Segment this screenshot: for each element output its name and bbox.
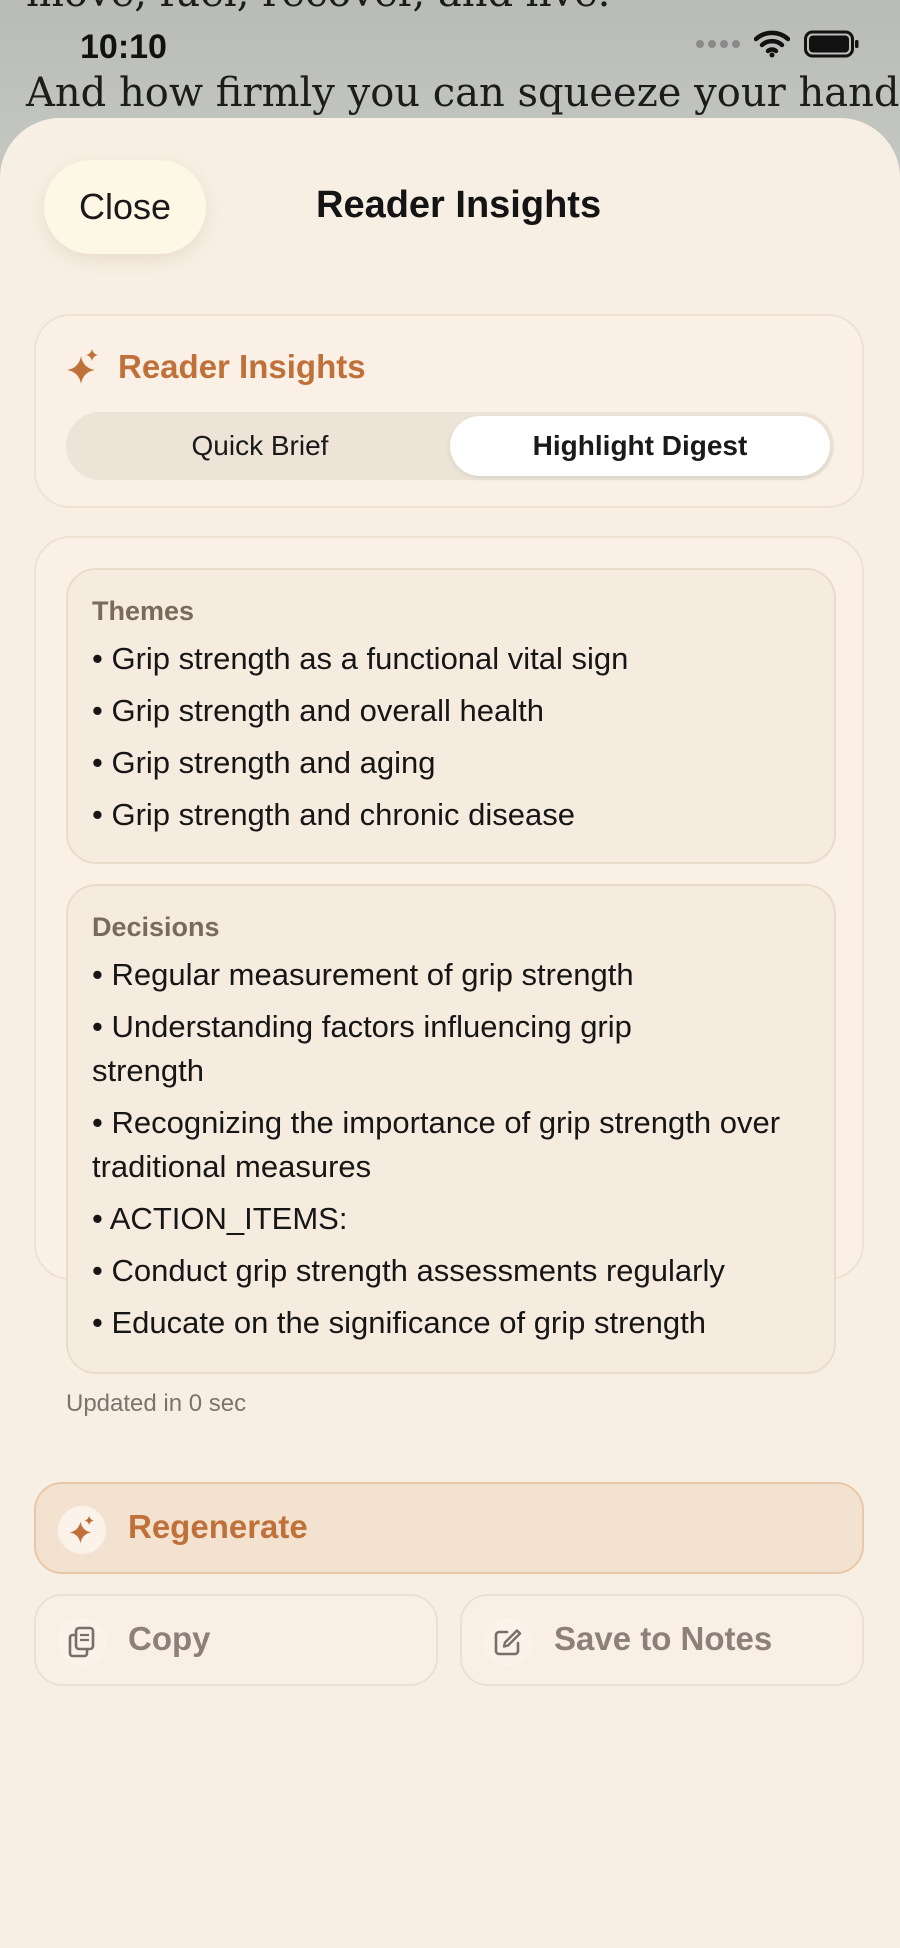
list-item: • Recognizing the importance of grip str… xyxy=(92,1105,781,1184)
sparkles-icon xyxy=(67,349,98,384)
close-button[interactable]: Close xyxy=(44,160,206,254)
digest-card: Themes • Grip strength as a functional v… xyxy=(34,536,864,1417)
battery-icon xyxy=(804,30,859,58)
signal-dots-icon xyxy=(696,40,740,48)
save-to-notes-button[interactable]: Save to Notes xyxy=(460,1594,864,1686)
list-item: • Understanding factors influencing grip… xyxy=(92,1009,632,1088)
reader-text-line: And how firmly you can squeeze your hand xyxy=(26,70,900,116)
list-item: • ACTION_ITEMS: xyxy=(92,1201,348,1236)
segment-highlight-digest[interactable]: Highlight Digest xyxy=(450,416,830,476)
reader-insights-sheet: Close Reader Insights Reader Insights Qu… xyxy=(0,118,900,1948)
list-item: • Educate on the significance of grip st… xyxy=(92,1305,707,1340)
list-item: • Grip strength as a functional vital si… xyxy=(92,641,629,676)
save-to-notes-label: Save to Notes xyxy=(554,1620,773,1657)
status-icons xyxy=(696,30,860,58)
status-time: 10:10 xyxy=(80,28,167,66)
list-item: • Conduct grip strength assessments regu… xyxy=(92,1253,725,1288)
compose-note-icon xyxy=(484,1618,532,1666)
sheet-title: Reader Insights xyxy=(316,184,602,226)
updated-timestamp: Updated in 0 sec xyxy=(66,1390,247,1417)
reader-text-line: move, fuel, recover, and live. xyxy=(26,0,610,16)
copy-button[interactable]: Copy xyxy=(34,1594,438,1686)
list-item: • Grip strength and overall health xyxy=(92,693,544,728)
insights-mode-card: Reader Insights Quick Brief Highlight Di… xyxy=(34,314,864,508)
regenerate-label: Regenerate xyxy=(128,1508,308,1545)
card-header: Reader Insights xyxy=(66,348,366,386)
section-label: Themes xyxy=(92,596,195,626)
copy-icon xyxy=(58,1618,106,1666)
list-item: • Grip strength and aging xyxy=(92,745,436,780)
sparkles-icon xyxy=(58,1506,106,1554)
list-item: • Grip strength and chronic disease xyxy=(92,797,575,832)
wifi-icon xyxy=(754,30,790,58)
segment-quick-brief[interactable]: Quick Brief xyxy=(70,416,450,476)
section-label: Decisions xyxy=(92,912,220,942)
themes-section: Themes • Grip strength as a functional v… xyxy=(66,568,836,864)
mode-segmented-control: Quick Brief Highlight Digest xyxy=(66,412,834,480)
copy-label: Copy xyxy=(128,1620,211,1657)
list-item: • Regular measurement of grip strength xyxy=(92,957,634,992)
decisions-section: Decisions • Regular measurement of grip … xyxy=(66,884,836,1374)
regenerate-button[interactable]: Regenerate xyxy=(34,1482,864,1574)
card-title: Reader Insights xyxy=(118,348,366,385)
